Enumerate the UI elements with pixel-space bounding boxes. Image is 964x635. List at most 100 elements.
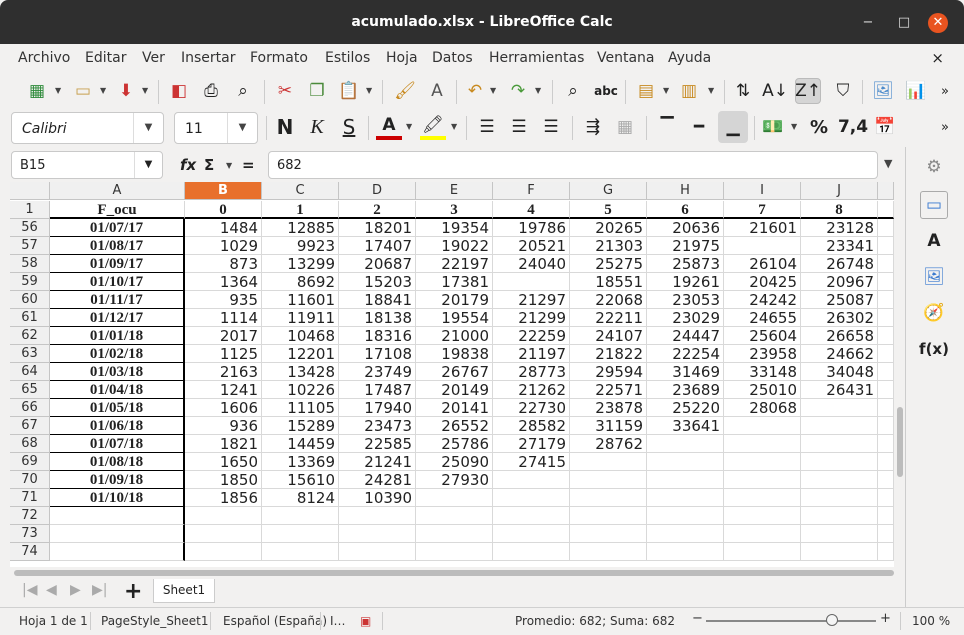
header-cell[interactable]: 2: [339, 201, 416, 219]
value-cell[interactable]: 25275: [570, 255, 647, 273]
value-cell[interactable]: 24242: [724, 291, 801, 309]
highlight-color-icon[interactable]: 🖍: [420, 114, 446, 140]
value-cell[interactable]: 21262: [493, 381, 570, 399]
value-cell[interactable]: 20265: [570, 219, 647, 237]
column-header-i[interactable]: I: [724, 182, 801, 200]
value-cell[interactable]: 1125: [185, 345, 262, 363]
date-cell[interactable]: 01/08/18: [50, 453, 185, 471]
value-cell[interactable]: 19838: [416, 345, 493, 363]
value-cell[interactable]: 20521: [493, 237, 570, 255]
value-cell[interactable]: [647, 453, 724, 471]
value-cell[interactable]: 33148: [724, 363, 801, 381]
value-cell[interactable]: 20687: [339, 255, 416, 273]
value-cell[interactable]: 10468: [262, 327, 339, 345]
first-sheet-icon[interactable]: |◀: [22, 582, 37, 598]
value-cell[interactable]: [339, 507, 416, 525]
value-cell[interactable]: 17487: [339, 381, 416, 399]
header-cell[interactable]: 1: [262, 201, 339, 219]
column-header-j[interactable]: J: [801, 182, 878, 200]
row-header[interactable]: 67: [10, 417, 50, 435]
empty-cell[interactable]: [878, 309, 894, 327]
value-cell[interactable]: 1606: [185, 399, 262, 417]
formula-button[interactable]: =: [242, 156, 255, 174]
value-cell[interactable]: 28068: [724, 399, 801, 417]
value-cell[interactable]: 18316: [339, 327, 416, 345]
value-cell[interactable]: [724, 417, 801, 435]
date-cell[interactable]: 01/02/18: [50, 345, 185, 363]
value-cell[interactable]: 25786: [416, 435, 493, 453]
value-cell[interactable]: [647, 489, 724, 507]
value-cell[interactable]: [801, 543, 878, 561]
menu-datos[interactable]: Datos: [432, 50, 473, 66]
column-header-b[interactable]: B: [185, 182, 262, 200]
vertical-scrollbar[interactable]: [895, 182, 905, 567]
value-cell[interactable]: [493, 525, 570, 543]
date-cell[interactable]: 01/03/18: [50, 363, 185, 381]
value-cell[interactable]: 19786: [493, 219, 570, 237]
empty-cell[interactable]: [878, 327, 894, 345]
header-cell[interactable]: F_ocu: [50, 201, 185, 219]
value-cell[interactable]: 17407: [339, 237, 416, 255]
value-cell[interactable]: 23473: [339, 417, 416, 435]
date-cell[interactable]: [50, 525, 185, 543]
value-cell[interactable]: 23029: [647, 309, 724, 327]
row-header[interactable]: 65: [10, 381, 50, 399]
clone-formatting-icon[interactable]: 🖌: [392, 78, 418, 104]
value-cell[interactable]: 14459: [262, 435, 339, 453]
value-cell[interactable]: 26302: [801, 309, 878, 327]
spreadsheet-grid[interactable]: A B C D E F G H I J 1 F_ocu 0 1 2 3 4 5 6 7 8 56 01/07/17 1484 1…: [10, 182, 894, 567]
row-header[interactable]: 57: [10, 237, 50, 255]
column-header-e[interactable]: E: [416, 182, 493, 200]
value-cell[interactable]: [647, 543, 724, 561]
underline-button[interactable]: S: [336, 114, 362, 140]
print-preview-icon[interactable]: ⌕: [230, 78, 256, 104]
date-cell[interactable]: [50, 543, 185, 561]
empty-cell[interactable]: [878, 255, 894, 273]
value-cell[interactable]: 23958: [724, 345, 801, 363]
bold-button[interactable]: N: [272, 114, 298, 140]
empty-cell[interactable]: [878, 363, 894, 381]
empty-cell[interactable]: [878, 453, 894, 471]
value-cell[interactable]: 11601: [262, 291, 339, 309]
column-header-g[interactable]: G: [570, 182, 647, 200]
value-cell[interactable]: [339, 543, 416, 561]
value-cell[interactable]: 22197: [416, 255, 493, 273]
value-cell[interactable]: 15610: [262, 471, 339, 489]
header-cell[interactable]: 6: [647, 201, 724, 219]
value-cell[interactable]: [493, 507, 570, 525]
export-pdf-icon[interactable]: ◧: [166, 78, 192, 104]
sort-icon[interactable]: ⇅: [730, 78, 756, 104]
header-cell[interactable]: 0: [185, 201, 262, 219]
value-cell[interactable]: 873: [185, 255, 262, 273]
value-cell[interactable]: 25010: [724, 381, 801, 399]
value-cell[interactable]: 13428: [262, 363, 339, 381]
cut-icon[interactable]: ✂: [272, 78, 298, 104]
chevron-down-icon[interactable]: ▼: [133, 113, 163, 143]
value-cell[interactable]: 31159: [570, 417, 647, 435]
value-cell[interactable]: [724, 507, 801, 525]
value-cell[interactable]: [647, 525, 724, 543]
value-cell[interactable]: 19261: [647, 273, 724, 291]
value-cell[interactable]: [801, 399, 878, 417]
open-folder-icon[interactable]: ▭: [70, 78, 96, 104]
value-cell[interactable]: [647, 507, 724, 525]
value-cell[interactable]: 1484: [185, 219, 262, 237]
value-cell[interactable]: 21000: [416, 327, 493, 345]
value-cell[interactable]: 24662: [801, 345, 878, 363]
value-cell[interactable]: [801, 453, 878, 471]
value-cell[interactable]: 34048: [801, 363, 878, 381]
value-cell[interactable]: 27179: [493, 435, 570, 453]
date-cell[interactable]: 01/07/18: [50, 435, 185, 453]
sort-ascending-icon[interactable]: A↓: [762, 78, 788, 104]
value-cell[interactable]: 12201: [262, 345, 339, 363]
more-options-icon[interactable]: »: [932, 114, 958, 140]
insert-image-icon[interactable]: 🖼: [870, 78, 896, 104]
value-cell[interactable]: 13369: [262, 453, 339, 471]
date-cell[interactable]: 01/07/17: [50, 219, 185, 237]
value-cell[interactable]: 22585: [339, 435, 416, 453]
column-header-k[interactable]: [878, 182, 894, 200]
value-cell[interactable]: [262, 525, 339, 543]
value-cell[interactable]: 21197: [493, 345, 570, 363]
value-cell[interactable]: 13299: [262, 255, 339, 273]
value-cell[interactable]: 22571: [570, 381, 647, 399]
